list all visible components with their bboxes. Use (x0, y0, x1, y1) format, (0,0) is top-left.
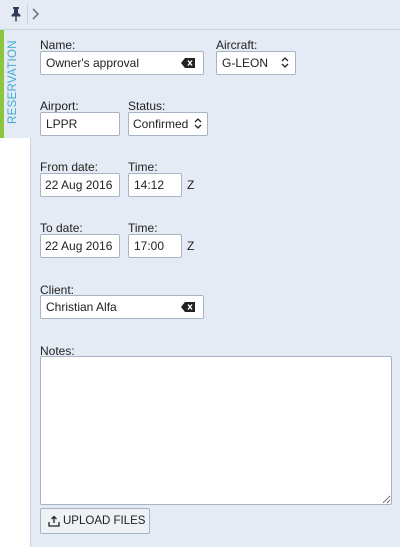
name-input[interactable]: Owner's approval (40, 51, 204, 75)
status-updown-arrows-icon (194, 118, 202, 129)
name-clear-icon[interactable] (181, 57, 195, 68)
upload-files-button[interactable]: UPLOAD FILES (40, 508, 150, 534)
tab-reservation-label: RESERVATION (7, 40, 19, 124)
from-date-value: 22 Aug 2016 (45, 178, 113, 192)
upload-icon (48, 515, 60, 527)
aircraft-label: Aircraft: (216, 38, 258, 52)
upload-files-label: UPLOAD FILES (63, 515, 146, 527)
to-time-label: Time: (128, 221, 158, 235)
to-date-value: 22 Aug 2016 (45, 239, 113, 253)
from-time-label: Time: (128, 160, 158, 174)
from-time-value: 14:12 (134, 178, 165, 192)
toolbar-divider (27, 4, 28, 24)
status-value: Confirmed (133, 117, 189, 131)
airport-value: LPPR (46, 117, 78, 131)
client-clear-icon[interactable] (181, 301, 195, 312)
vertical-tab-strip: RESERVATION (0, 30, 31, 547)
airport-label: Airport: (40, 99, 79, 113)
name-label: Name: (40, 38, 76, 52)
client-input[interactable]: Christian Alfa (40, 295, 204, 319)
airport-input[interactable]: LPPR (40, 112, 120, 136)
to-time-input[interactable]: 17:00 (128, 234, 182, 258)
name-value: Owner's approval (46, 56, 139, 70)
to-time-value: 17:00 (134, 239, 165, 253)
tab-reservation[interactable]: RESERVATION (0, 30, 31, 138)
top-toolbar (0, 0, 400, 30)
pin-icon[interactable] (9, 6, 23, 22)
to-date-label: To date: (40, 221, 83, 235)
aircraft-updown-arrows-icon (281, 57, 289, 68)
client-value: Christian Alfa (46, 300, 117, 314)
status-label: Status: (128, 99, 166, 113)
from-date-label: From date: (40, 160, 99, 174)
chevron-right-icon[interactable] (30, 6, 42, 22)
to-time-zulu-suffix: Z (187, 239, 195, 253)
notes-textarea[interactable] (40, 356, 392, 505)
from-time-zulu-suffix: Z (187, 178, 195, 192)
to-date-input[interactable]: 22 Aug 2016 (40, 234, 120, 258)
aircraft-value: G-LEON (222, 56, 269, 70)
from-date-input[interactable]: 22 Aug 2016 (40, 173, 120, 197)
from-time-input[interactable]: 14:12 (128, 173, 182, 197)
